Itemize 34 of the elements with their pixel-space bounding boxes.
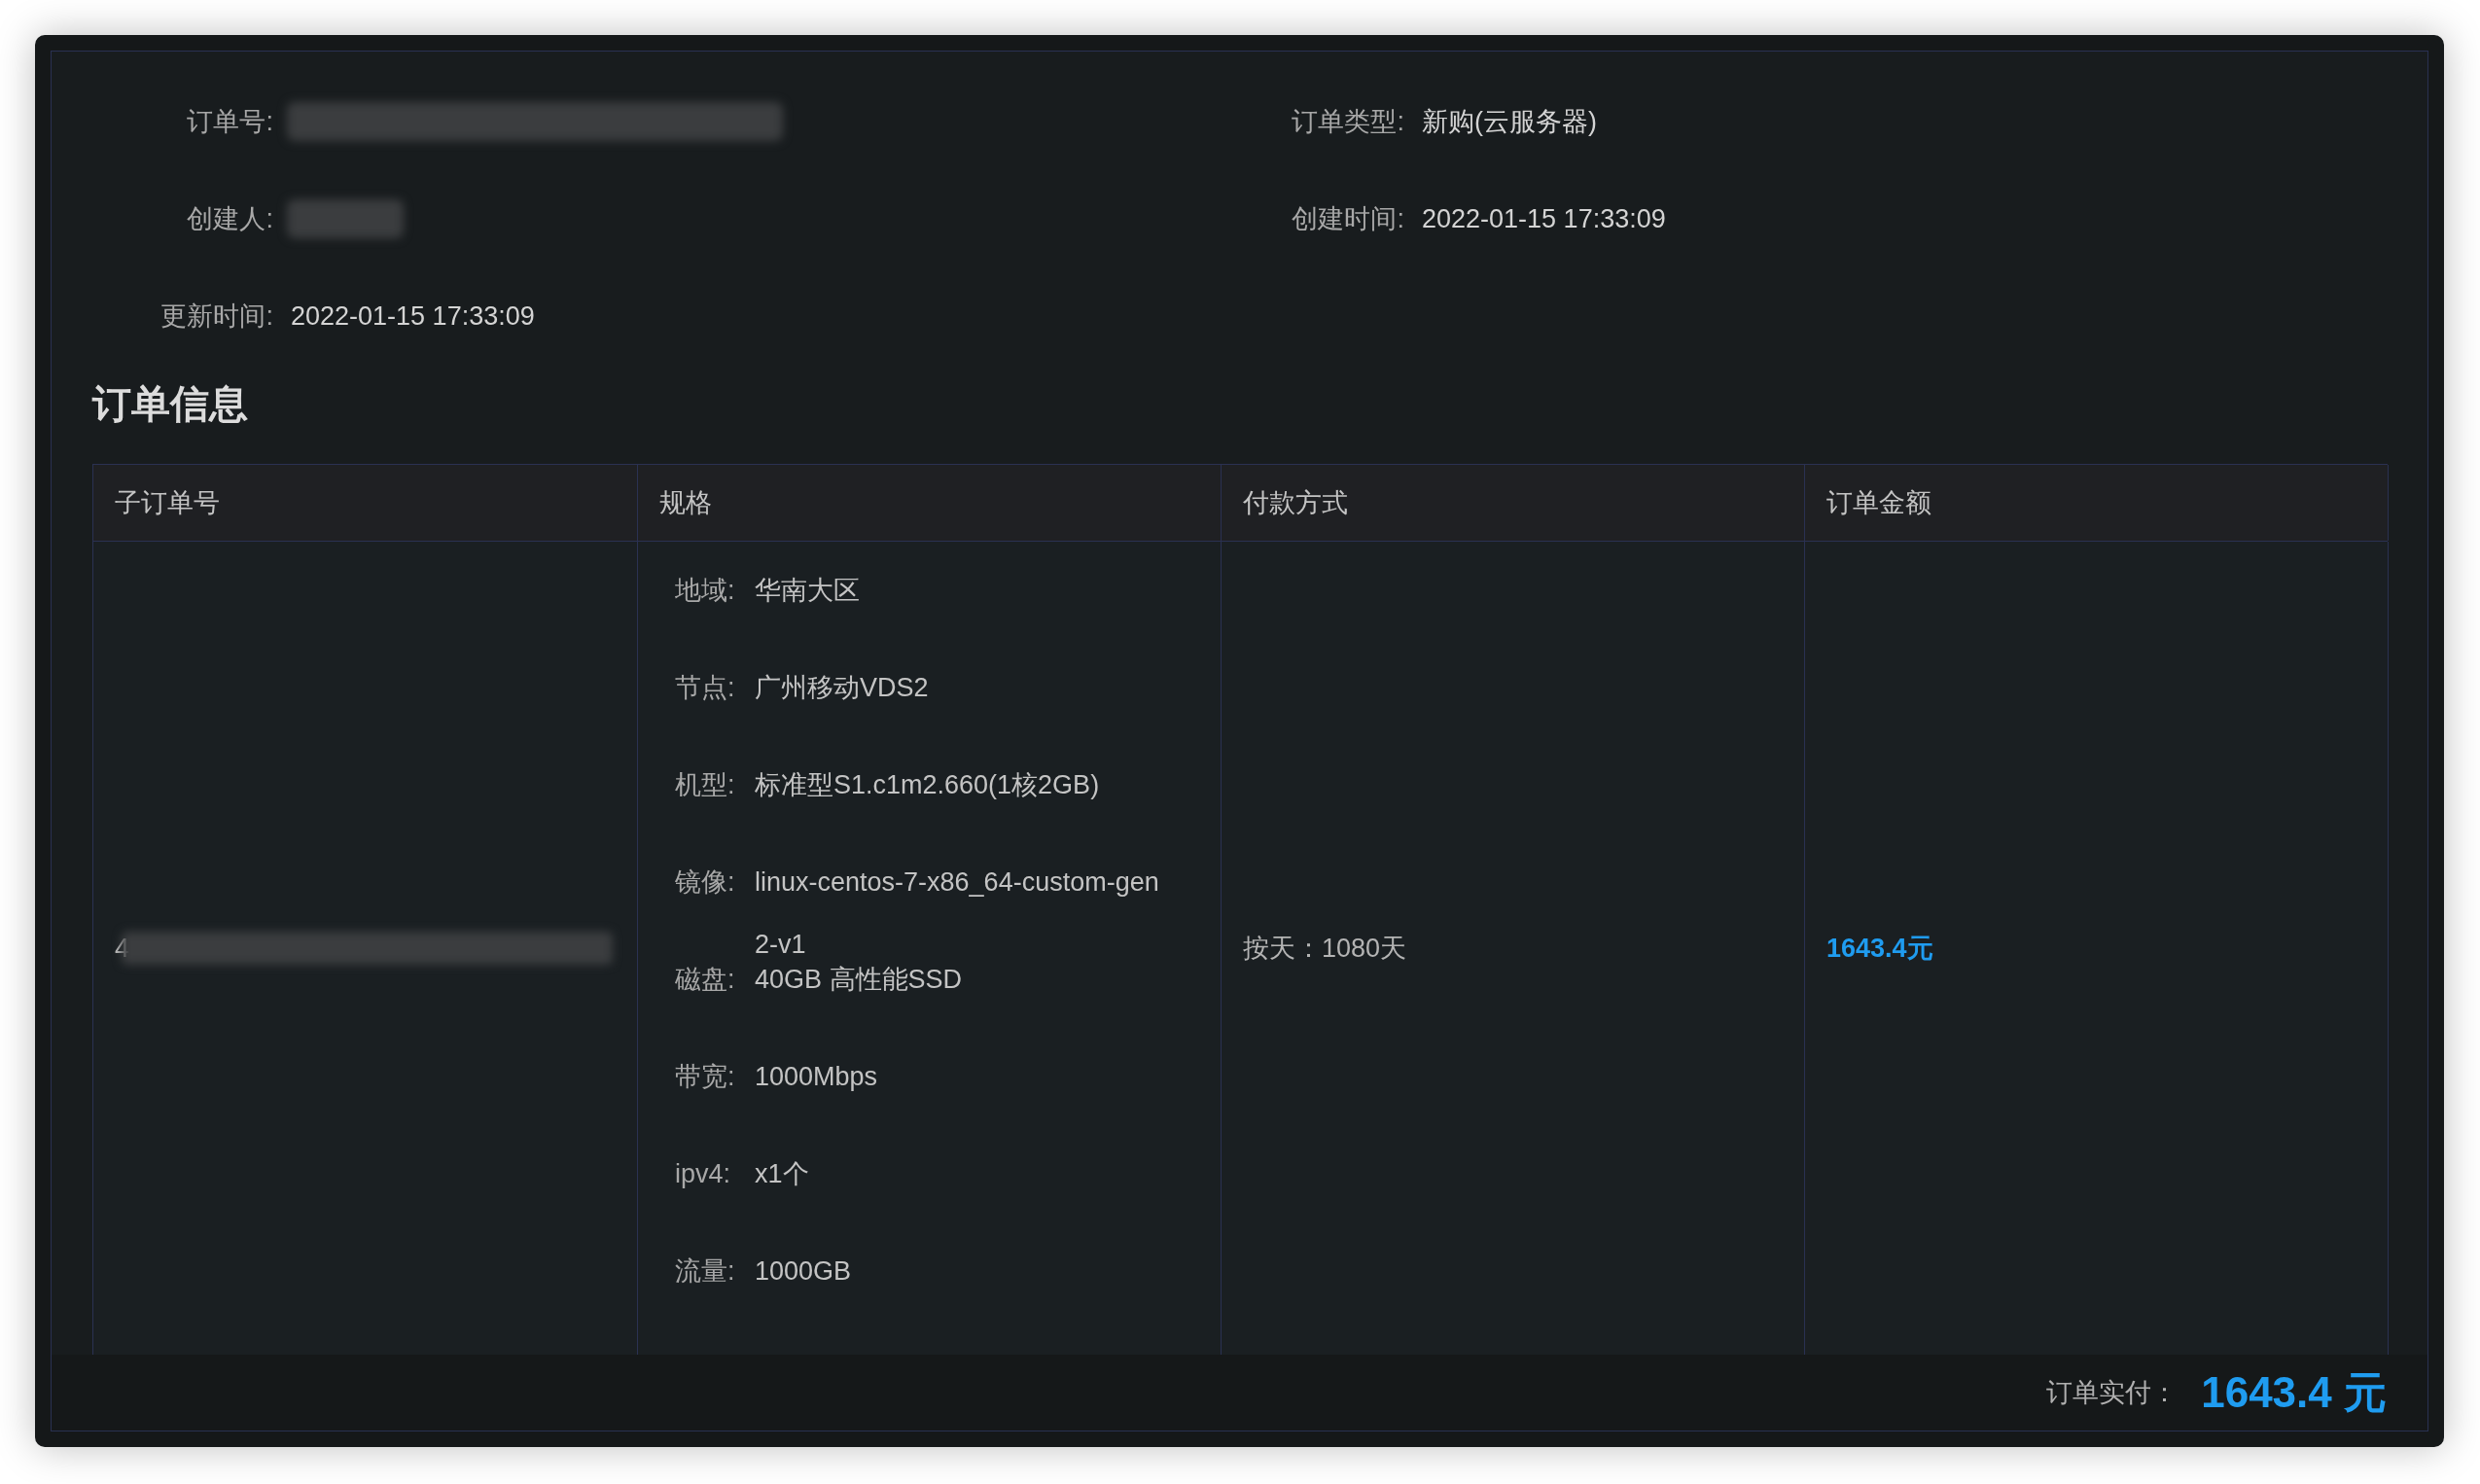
spec-value: 1000GB xyxy=(755,1255,853,1288)
spec-label: 地域: xyxy=(675,575,736,607)
spec-label: 机型: xyxy=(675,769,736,801)
column-header: 子订单号 xyxy=(93,465,638,541)
spec-label: 镜像: xyxy=(675,866,736,899)
order-amount: 1643.4元 xyxy=(1826,932,1933,965)
field-value: 2022-01-15 17:33:09 xyxy=(1422,202,1666,235)
spec-label: 节点: xyxy=(675,672,736,704)
spec-label: 磁盘: xyxy=(675,964,736,996)
table-cell-text: 4 xyxy=(115,932,130,965)
spec-label: 流量: xyxy=(675,1255,736,1288)
spec-value: 标准型S1.c1m2.660(1核2GB) xyxy=(755,769,1101,801)
payment-method: 按天：1080天 xyxy=(1243,932,1407,965)
field-label: 订单号: xyxy=(186,105,273,138)
spec-value: 广州移动VDS2 xyxy=(755,672,930,704)
column-header: 付款方式 xyxy=(1222,465,1805,541)
spec-label: ipv4: xyxy=(675,1158,732,1190)
spec-label: 带宽: xyxy=(675,1061,736,1093)
field-label: 创建人: xyxy=(186,202,273,235)
column-header: 订单金额 xyxy=(1805,465,2389,541)
field-label: 订单类型: xyxy=(1291,105,1404,138)
total-label: 订单实付： xyxy=(2046,1376,2179,1409)
spec-value: 1000Mbps xyxy=(755,1061,879,1093)
field-value: 2022-01-15 17:33:09 xyxy=(291,300,535,333)
field-label: 更新时间: xyxy=(159,300,273,333)
total-amount: 1643.4 元 xyxy=(2201,1367,2387,1418)
spec-value: 40GB 高性能SSD xyxy=(755,964,964,996)
spec-value: 华南大区 xyxy=(755,575,861,607)
field-value: 新购(云服务器) xyxy=(1422,105,1597,138)
spec-value: linux-centos-7-x86_64-custom-gen2-v1 xyxy=(755,866,1160,961)
column-header: 规格 xyxy=(638,465,1222,541)
section-title: 订单信息 xyxy=(92,381,249,427)
spec-value: x1个 xyxy=(755,1158,810,1190)
field-label: 创建时间: xyxy=(1291,202,1404,235)
